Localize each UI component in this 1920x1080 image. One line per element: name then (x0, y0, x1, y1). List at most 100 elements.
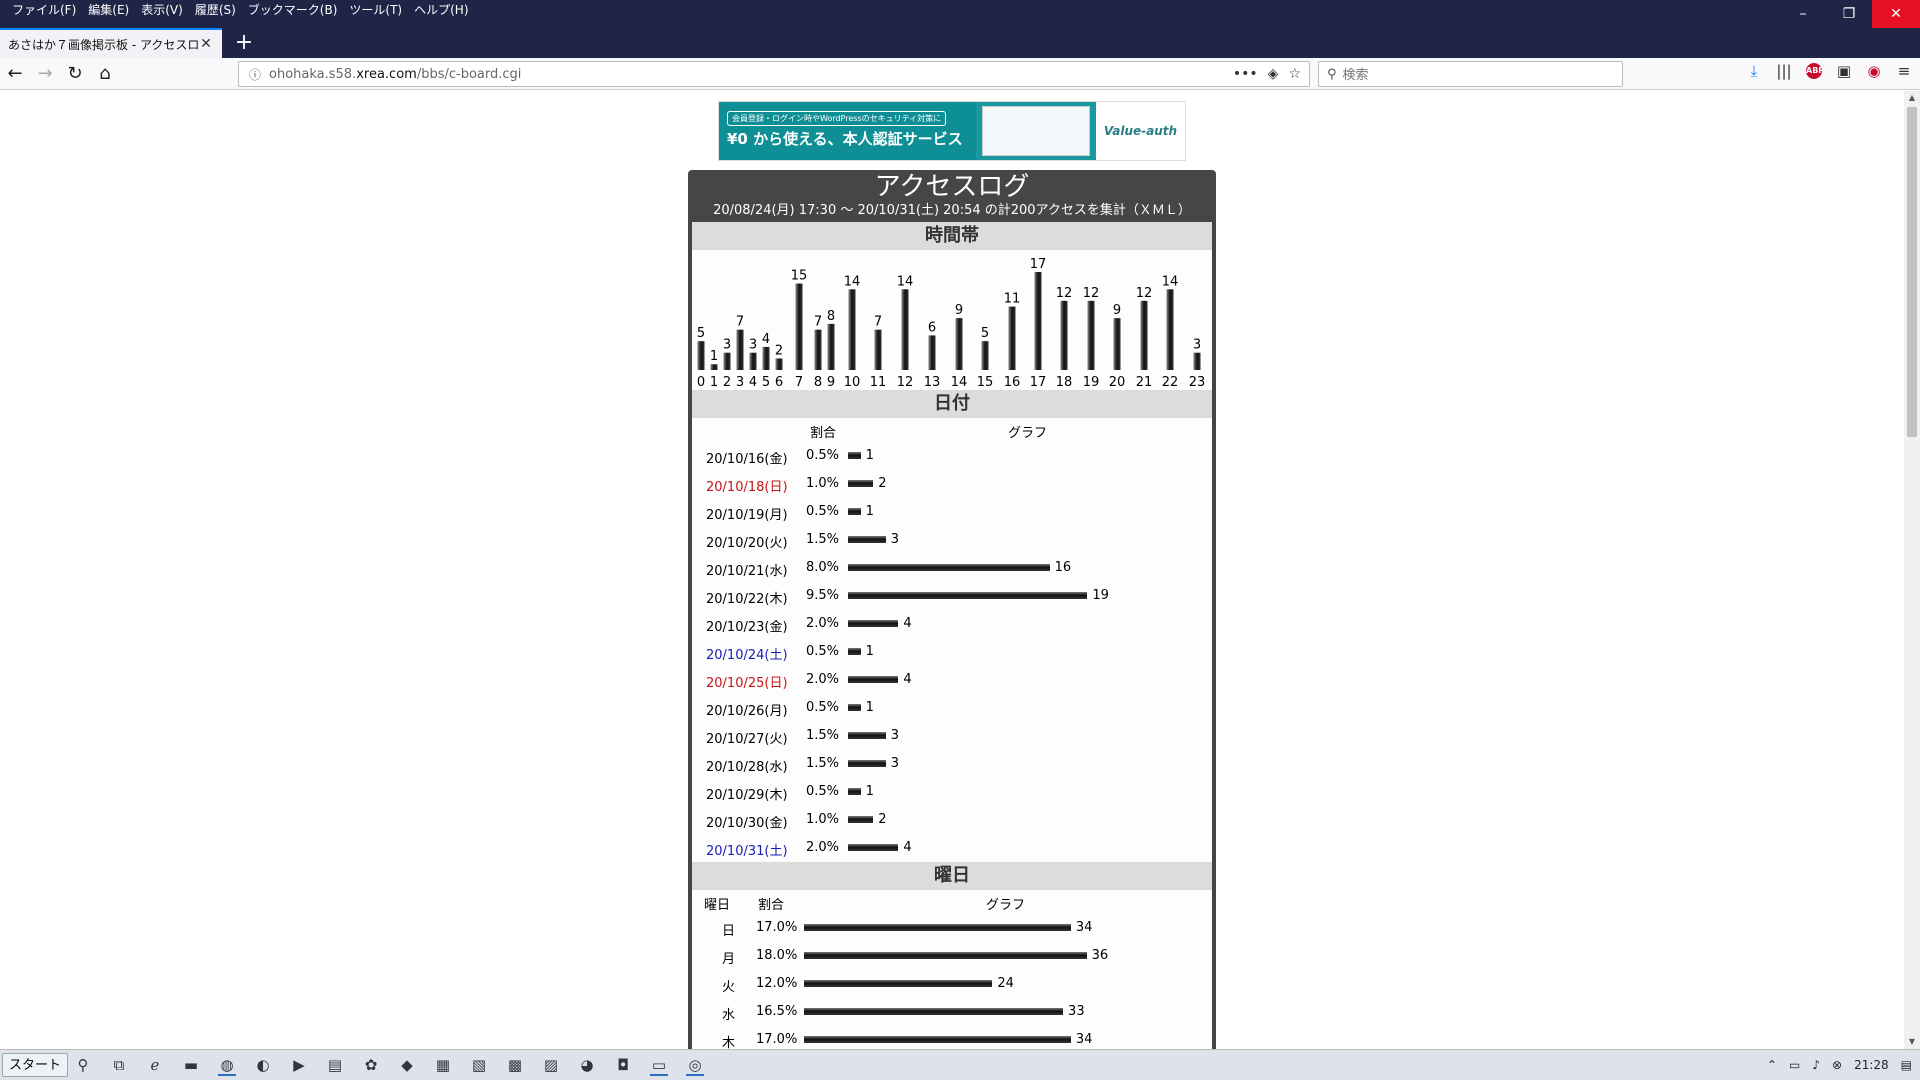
weekday-row: 木 17.0% 34 (692, 1026, 1212, 1049)
vertical-scrollbar[interactable]: ▲ ▼ (1904, 91, 1920, 1049)
date-bar (848, 816, 874, 823)
url-bar[interactable]: ⓘ ohohaka.s58.xrea.com/bbs/c-board.cgi •… (238, 61, 1310, 87)
search-icon[interactable]: ⚲ (74, 1054, 92, 1076)
hour-tick-label: 8 (814, 375, 822, 390)
hour-tick-label: 21 (1136, 375, 1153, 390)
home-icon[interactable]: ⌂ (92, 62, 118, 86)
app-icon[interactable]: ▨ (542, 1054, 560, 1076)
hour-bar-value: 8 (827, 309, 835, 324)
media-player-icon[interactable]: ▶ (290, 1054, 308, 1076)
ad-banner[interactable]: 会員登録・ログイン時やWordPressのセキュリティ対策に ¥0 から使える、… (718, 101, 1186, 161)
hour-bar-value: 3 (749, 338, 757, 353)
hour-bar-value: 4 (762, 332, 770, 347)
edge-icon[interactable]: ◐ (254, 1054, 272, 1076)
close-window-button[interactable]: ✕ (1872, 0, 1920, 28)
tab-title: あさはか７画像掲示板 - アクセスログ (8, 37, 198, 52)
sidebar-icon[interactable]: ▣ (1836, 62, 1852, 80)
scrollbar-thumb[interactable] (1907, 107, 1917, 437)
tab-access-log[interactable]: あさはか７画像掲示板 - アクセスログ ✕ (0, 28, 222, 58)
start-button[interactable]: スタート (2, 1053, 69, 1077)
date-row: 20/10/26(月) 0.5% 1 (692, 694, 1212, 722)
hour-bar (827, 323, 835, 370)
archive-icon[interactable]: ▦ (434, 1054, 452, 1076)
date-bar (848, 452, 861, 459)
menu-tools[interactable]: ツール(T) (343, 0, 408, 20)
hour-bar (710, 364, 718, 370)
hour-bar (814, 329, 822, 370)
maximize-button[interactable]: ❐ (1826, 0, 1872, 28)
hour-tick-label: 9 (827, 375, 835, 390)
app-icon[interactable]: ▩ (506, 1054, 524, 1076)
task-view-icon[interactable]: ⧉ (110, 1054, 128, 1076)
date-row: 20/10/16(金) 0.5% 1 (692, 442, 1212, 470)
hour-bar (1140, 300, 1148, 370)
app-icon[interactable]: ◕ (578, 1054, 596, 1076)
hamburger-menu-icon[interactable]: ≡ (1896, 62, 1912, 80)
url-text[interactable]: ohohaka.s58.xrea.com/bbs/c-board.cgi (269, 67, 1233, 82)
app-icon[interactable]: ◎ (686, 1054, 704, 1076)
clock[interactable]: 21:28 (1854, 1054, 1889, 1076)
download-icon[interactable]: ⤓ (1746, 62, 1762, 80)
new-tab-button[interactable]: + (230, 30, 258, 56)
search-input[interactable] (1342, 66, 1603, 82)
menu-help[interactable]: ヘルプ(H) (408, 0, 474, 20)
back-icon[interactable]: ← (2, 62, 28, 86)
app-icon[interactable]: ✿ (362, 1054, 380, 1076)
reload-icon[interactable]: ↻ (62, 62, 88, 86)
weekday-bar (804, 924, 1071, 931)
page-actions-icon[interactable]: ••• (1233, 66, 1258, 82)
weekday-row: 火 12.0% 24 (692, 970, 1212, 998)
hour-bar-value: 12 (1136, 286, 1153, 301)
hour-bar-value: 14 (844, 274, 861, 289)
date-bar (848, 760, 886, 767)
bookmark-star-icon[interactable]: ☆ (1288, 66, 1301, 82)
app-icon[interactable]: ▭ (650, 1054, 668, 1076)
adblock-icon[interactable]: ABP (1806, 63, 1824, 79)
ad-screen-image (982, 106, 1090, 156)
search-bar[interactable]: ⚲ (1318, 61, 1623, 87)
date-row: 20/10/22(木) 9.5% 19 (692, 582, 1212, 610)
hour-bar-value: 1 (710, 349, 718, 364)
weekday-bar (804, 980, 993, 987)
date-percent: 1.5% (806, 728, 840, 743)
network-icon[interactable]: ▭ (1789, 1054, 1800, 1076)
date-label: 20/10/18(日) (706, 480, 788, 495)
menu-bookmarks[interactable]: ブックマーク(B) (242, 0, 344, 20)
scroll-up-icon[interactable]: ▲ (1904, 91, 1920, 105)
section-date: 日付 (692, 390, 1212, 418)
menu-file[interactable]: ファイル(F) (6, 0, 82, 20)
ime-icon[interactable]: ⊗ (1832, 1054, 1842, 1076)
minimize-button[interactable]: – (1780, 0, 1826, 28)
extension-off-icon[interactable]: ◉ (1866, 62, 1882, 80)
app-icon[interactable]: ▤ (326, 1054, 344, 1076)
library-icon[interactable]: ||| (1776, 62, 1792, 80)
scroll-down-icon[interactable]: ▼ (1904, 1035, 1920, 1049)
app-icon[interactable]: ▧ (470, 1054, 488, 1076)
app-icon[interactable]: ◘ (614, 1054, 632, 1076)
firefox-icon[interactable]: ◍ (218, 1054, 236, 1076)
page-title: アクセスログ (874, 172, 1030, 202)
weekday-percent: 17.0% (756, 1032, 798, 1047)
tray-expand-icon[interactable]: ⌃ (1767, 1054, 1777, 1076)
weekday-label: 水 (722, 1008, 736, 1023)
menu-history[interactable]: 履歴(S) (189, 0, 242, 20)
site-info-icon[interactable]: ⓘ (249, 66, 269, 83)
section-hour: 時間帯 (692, 222, 1212, 250)
ad-screenshot (976, 102, 1096, 160)
hour-bar (981, 341, 989, 370)
hour-bar (795, 283, 803, 370)
tab-close-icon[interactable]: ✕ (198, 36, 214, 52)
weekday-percent: 17.0% (756, 920, 798, 935)
folder-icon[interactable]: ▬ (182, 1054, 200, 1076)
taskbar: スタート ⚲ ⧉ ℯ ▬ ◍ ◐ ▶ ▤ ✿ ◆ ▦ ▧ ▩ ▨ ◕ ◘ ▭ ◎… (0, 1049, 1920, 1080)
app-icon[interactable]: ◆ (398, 1054, 416, 1076)
forward-icon[interactable]: → (32, 62, 58, 86)
date-row: 20/10/21(水) 8.0% 16 (692, 554, 1212, 582)
pocket-icon[interactable]: ◈ (1268, 66, 1279, 82)
menu-view[interactable]: 表示(V) (135, 0, 189, 20)
notification-icon[interactable]: ▤ (1901, 1054, 1912, 1076)
hour-bar (1034, 272, 1042, 370)
volume-icon[interactable]: ♪ (1812, 1054, 1820, 1076)
menu-edit[interactable]: 編集(E) (82, 0, 135, 20)
ie-icon[interactable]: ℯ (146, 1054, 164, 1076)
